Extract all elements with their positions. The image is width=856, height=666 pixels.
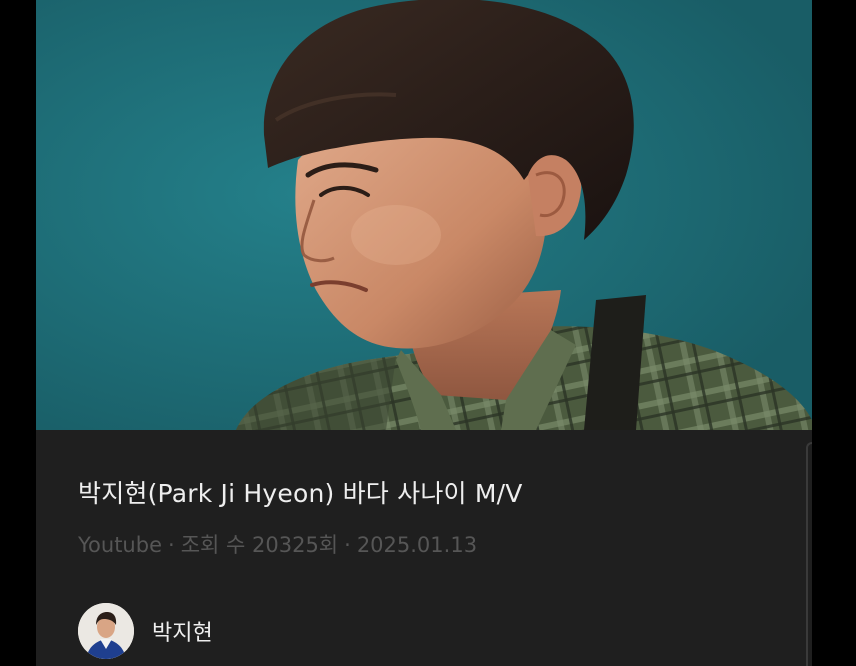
video-views: 조회 수 20325회 xyxy=(180,533,339,557)
channel-name[interactable]: 박지현 xyxy=(152,615,213,647)
video-info: 박지현(Park Ji Hyeon) 바다 사나이 M/V Youtube · 조회… xyxy=(36,430,812,666)
meta-separator: · xyxy=(168,533,175,557)
channel-avatar[interactable] xyxy=(78,603,134,659)
video-meta: Youtube · 조회 수 20325회 · 2025.01.13 xyxy=(78,529,477,559)
adjacent-card-edge xyxy=(806,442,812,666)
channel-row[interactable]: 박지현 xyxy=(78,603,213,659)
thumbnail-image xyxy=(36,0,812,430)
video-card[interactable]: 박지현(Park Ji Hyeon) 바다 사나이 M/V Youtube · 조회… xyxy=(36,0,812,666)
video-thumbnail[interactable] xyxy=(36,0,812,430)
video-title[interactable]: 박지현(Park Ji Hyeon) 바다 사나이 M/V xyxy=(78,474,523,510)
meta-separator: · xyxy=(344,533,351,557)
video-source: Youtube xyxy=(78,533,162,557)
avatar-image xyxy=(78,603,134,659)
video-date: 2025.01.13 xyxy=(356,533,478,557)
